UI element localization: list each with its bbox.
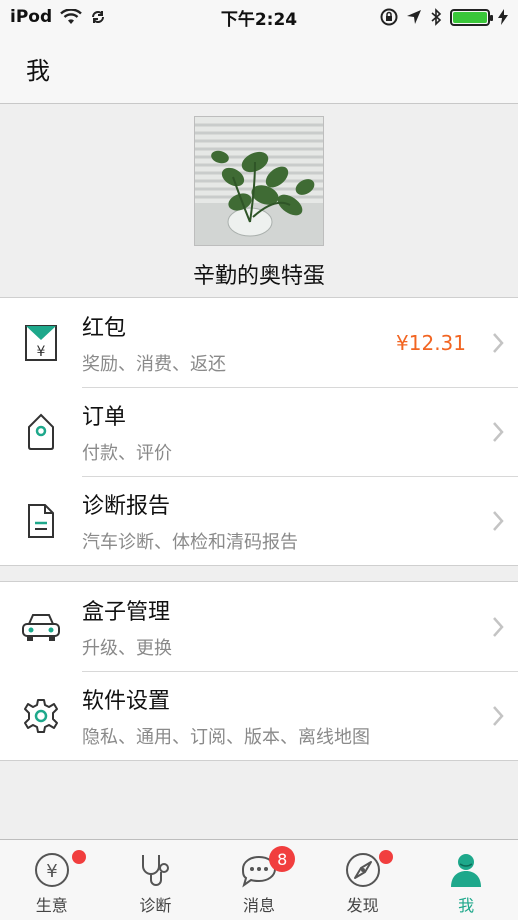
notification-dot xyxy=(378,850,393,864)
menu-item-orders[interactable]: 订单 付款、评价 xyxy=(0,387,518,476)
menu-item-subtitle: 汽车诊断、体检和清码报告 xyxy=(82,531,298,553)
tab-label: 发现 xyxy=(346,896,379,915)
menu-item-subtitle: 隐私、通用、订阅、版本、离线地图 xyxy=(82,726,370,748)
car-icon xyxy=(22,613,60,641)
tab-bar: ¥ 生意 诊断 8 消息 发现 我 xyxy=(0,839,518,920)
tab-messages[interactable]: 8 消息 xyxy=(207,840,311,920)
svg-text:¥: ¥ xyxy=(37,344,46,360)
document-icon xyxy=(28,503,54,538)
tab-business[interactable]: ¥ 生意 xyxy=(0,840,104,920)
status-time: 下午2:24 xyxy=(220,9,298,30)
charging-icon xyxy=(498,9,508,25)
message-count-badge: 8 xyxy=(269,846,296,872)
status-left: iPod xyxy=(10,7,106,27)
menu-item-title: 盒子管理 xyxy=(82,599,171,625)
menu-item-diagnosis-report[interactable]: 诊断报告 汽车诊断、体检和清码报告 xyxy=(0,476,518,565)
status-bar: iPod 下午2:24 xyxy=(0,0,518,34)
tab-label: 消息 xyxy=(242,896,275,915)
menu-item-title: 诊断报告 xyxy=(82,493,171,519)
compass-icon xyxy=(345,853,380,887)
tab-diagnosis[interactable]: 诊断 xyxy=(104,840,208,920)
notification-dot xyxy=(72,850,86,864)
menu-item-red-packet[interactable]: ¥ 红包 奖励、消费、返还 ¥12.31 xyxy=(0,298,518,387)
menu-item-software-settings[interactable]: 软件设置 隐私、通用、订阅、版本、离线地图 xyxy=(0,671,518,760)
carrier-label: iPod xyxy=(10,7,53,27)
menu-item-subtitle: 付款、评价 xyxy=(82,442,172,464)
chevron-right-icon xyxy=(493,510,504,531)
person-icon xyxy=(451,854,482,887)
nav-bar: 我 xyxy=(0,34,518,104)
menu-item-subtitle: 升级、更换 xyxy=(82,637,172,659)
bluetooth-icon xyxy=(431,8,442,26)
svg-text:¥: ¥ xyxy=(46,861,57,882)
tab-label: 生意 xyxy=(35,896,68,915)
battery-icon xyxy=(450,8,493,26)
tab-label: 诊断 xyxy=(139,896,172,915)
menu-item-title: 红包 xyxy=(82,315,127,341)
order-tag-icon xyxy=(28,413,54,450)
menu-item-title: 软件设置 xyxy=(82,688,171,714)
status-right xyxy=(380,8,508,26)
gear-icon xyxy=(24,698,58,733)
tab-me[interactable]: 我 xyxy=(414,840,518,920)
menu-group-account: ¥ 红包 奖励、消费、返还 ¥12.31 订单 付款、评价 诊断报告 汽车诊断、… xyxy=(0,297,518,566)
wifi-icon xyxy=(60,9,82,24)
tab-discover[interactable]: 发现 xyxy=(311,840,415,920)
chevron-right-icon xyxy=(493,705,504,726)
tab-label: 我 xyxy=(458,896,475,915)
menu-item-title: 订单 xyxy=(82,404,127,430)
battery-level xyxy=(453,11,487,23)
avatar-photo-icon xyxy=(195,117,323,245)
menu-item-box-management[interactable]: 盒子管理 升级、更换 xyxy=(0,582,518,671)
profile-header: 辛勤的奥特蛋 xyxy=(0,104,518,298)
menu-item-subtitle: 奖励、消费、返还 xyxy=(82,353,226,375)
chevron-right-icon xyxy=(493,332,504,353)
username: 辛勤的奥特蛋 xyxy=(192,264,325,289)
red-packet-icon: ¥ xyxy=(25,324,57,361)
rotation-lock-icon xyxy=(380,8,398,26)
avatar[interactable] xyxy=(194,116,324,246)
sync-icon xyxy=(92,11,105,23)
chevron-right-icon xyxy=(493,421,504,442)
location-arrow-icon xyxy=(407,10,421,24)
page-title: 我 xyxy=(26,57,50,85)
stethoscope-icon xyxy=(142,855,170,886)
red-packet-balance: ¥12.31 xyxy=(396,330,466,355)
yen-coin-icon: ¥ xyxy=(34,853,69,887)
chevron-right-icon xyxy=(493,616,504,637)
menu-group-device: 盒子管理 升级、更换 软件设置 隐私、通用、订阅、版本、离线地图 xyxy=(0,581,518,761)
